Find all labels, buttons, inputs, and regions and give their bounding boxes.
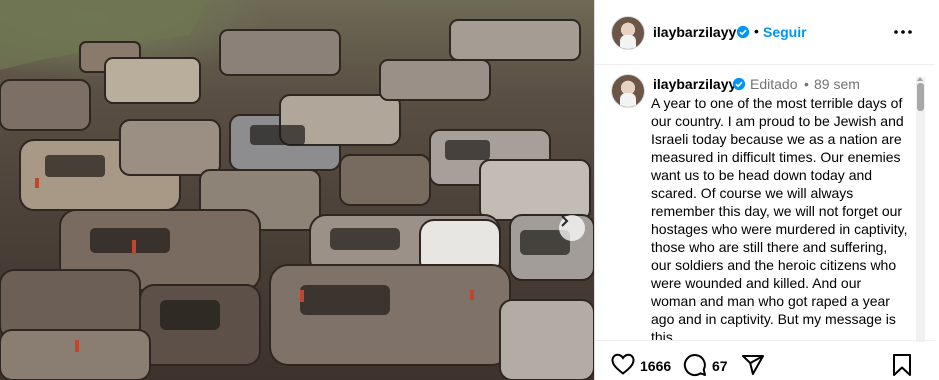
- chevron-right-icon: [561, 215, 569, 227]
- instagram-post-view: ilaybarzilayy • Seguir ilaybarzilayy Edi…: [0, 0, 939, 380]
- like-count[interactable]: 1666: [640, 358, 671, 374]
- next-photo-button[interactable]: [559, 215, 585, 241]
- caption-separator: •: [804, 76, 809, 92]
- caption-scrollbar[interactable]: [916, 77, 925, 342]
- post-actions-bar: 1666 67: [595, 340, 935, 380]
- post-time[interactable]: 89 sem: [814, 76, 860, 92]
- avatar[interactable]: [611, 16, 645, 50]
- header-username[interactable]: ilaybarzilayy: [653, 24, 736, 40]
- heart-icon[interactable]: [611, 353, 635, 375]
- comment-icon[interactable]: [683, 353, 707, 377]
- post-side-panel: ilaybarzilayy • Seguir ilaybarzilayy Edi…: [595, 0, 939, 380]
- verified-badge-icon: [736, 25, 750, 39]
- share-icon[interactable]: [741, 353, 765, 377]
- post-header: ilaybarzilayy • Seguir: [595, 0, 935, 65]
- post-photo[interactable]: [0, 0, 594, 380]
- caption-section: ilaybarzilayy Editado • 89 sem A year to…: [595, 65, 925, 340]
- scroll-up-arrow-icon[interactable]: [917, 77, 923, 81]
- comment-count[interactable]: 67: [712, 358, 728, 374]
- edited-label: Editado: [750, 76, 798, 92]
- bookmark-icon[interactable]: [892, 353, 912, 377]
- caption-text: A year to one of the most terrible days …: [651, 95, 908, 340]
- more-options-button[interactable]: [891, 20, 915, 44]
- header-separator: •: [754, 23, 759, 39]
- burned-cars-image: [0, 0, 594, 380]
- avatar[interactable]: [611, 74, 645, 108]
- caption-username[interactable]: ilaybarzilayy: [653, 76, 736, 92]
- verified-badge-icon: [732, 77, 746, 91]
- follow-button[interactable]: Seguir: [763, 24, 807, 40]
- more-horizontal-icon: [894, 30, 912, 34]
- scroll-thumb[interactable]: [917, 83, 924, 111]
